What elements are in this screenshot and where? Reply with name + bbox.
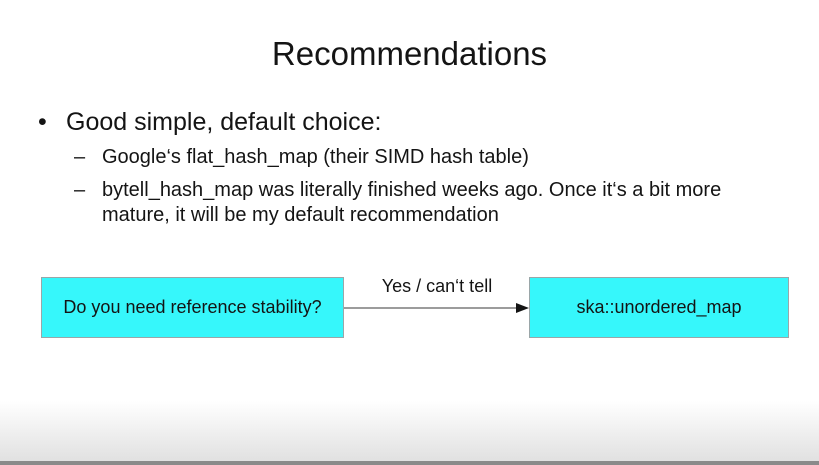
flowchart-question-box: Do you need reference stability? (41, 277, 344, 338)
sub-bullet-text: Google‘s flat_hash_map (their SIMD hash … (102, 146, 529, 168)
sub-bullet-marker: – (74, 179, 86, 201)
question-box-label: Do you need reference stability? (63, 297, 322, 317)
presentation-slide: Recommendations • Good simple, default c… (0, 0, 819, 465)
video-bottom-gradient (0, 401, 819, 461)
flowchart-answer-box: ska::unordered_map (529, 277, 789, 338)
video-progress-bar[interactable] (0, 461, 819, 465)
flowchart-edge-label: Yes / can‘t tell (381, 276, 493, 296)
bullet-marker: • (38, 108, 47, 136)
sub-bullet-marker: – (74, 146, 86, 168)
arrow-head (516, 303, 529, 313)
slide-title: Recommendations (271, 35, 548, 72)
flowchart-arrow (344, 303, 529, 313)
bullet-text: Good simple, default choice: (66, 108, 382, 136)
sub-bullet-text: bytell_hash_map was literally finished w… (102, 179, 722, 226)
answer-box-label: ska::unordered_map (576, 297, 742, 317)
